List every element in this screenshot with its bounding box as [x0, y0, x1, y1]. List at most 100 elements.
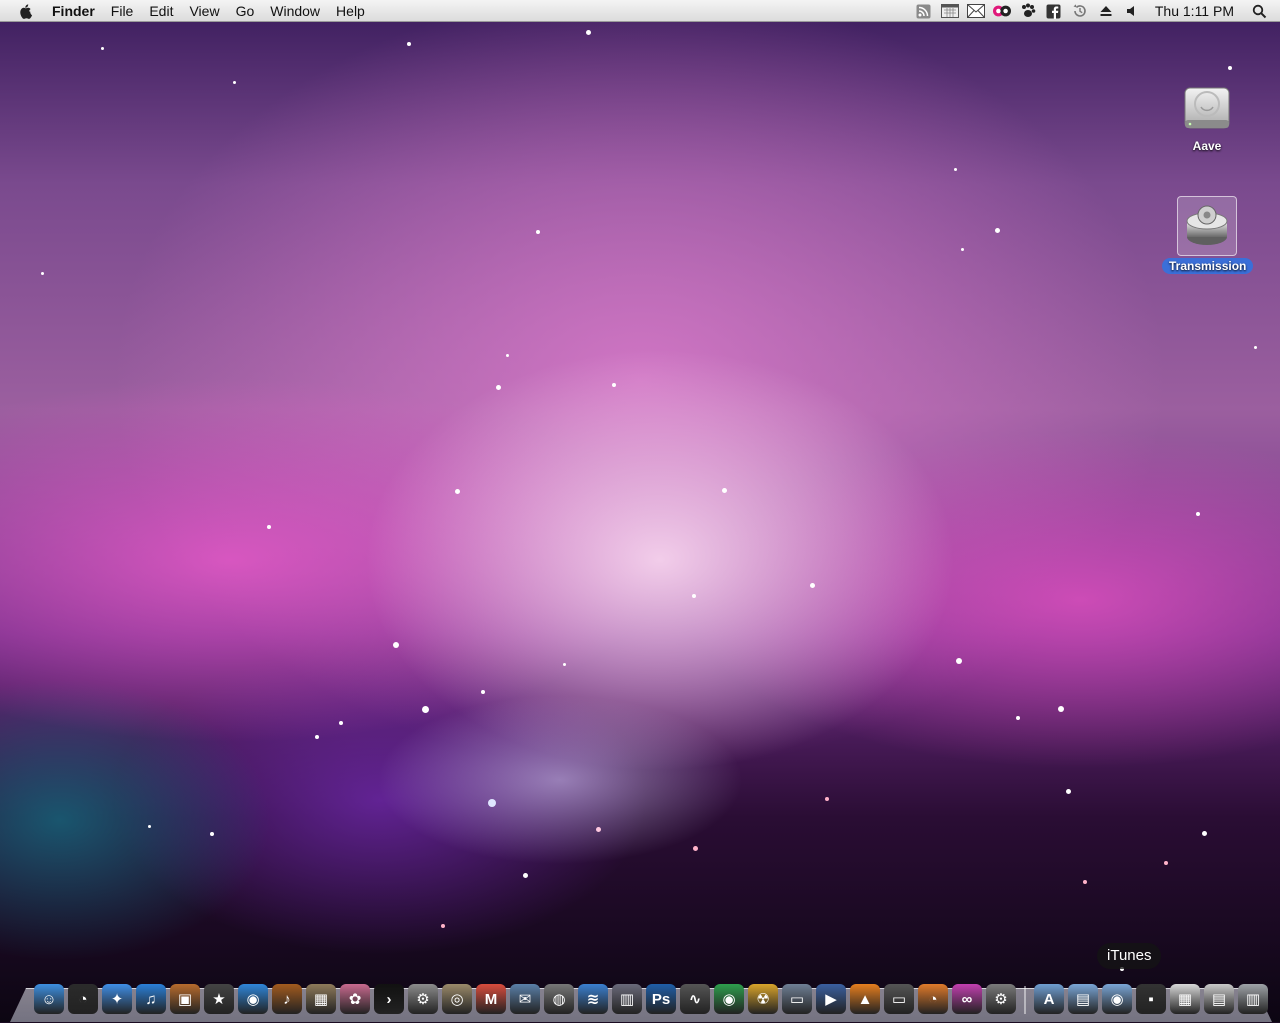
imovie-icon: ★ [212, 991, 226, 1008]
spotlight-search-icon[interactable] [1250, 3, 1268, 19]
radiation-app-icon: ☢ [756, 991, 770, 1008]
terminal-icon: › [386, 990, 392, 1008]
dock-item-calendar-stack[interactable]: ▦ [1170, 984, 1200, 1014]
photoshop-icon: Ps [651, 990, 671, 1008]
dashboard-icon: ◔ [78, 990, 88, 1008]
idvd-icon: ◉ [246, 991, 260, 1008]
menu-clock[interactable]: Thu 1:11 PM [1145, 0, 1246, 22]
menu-bar: Finder File Edit View Go Window Help Thu… [0, 0, 1280, 22]
dock-item-gmail[interactable]: M [476, 984, 506, 1014]
chrome-icon: ◉ [722, 991, 736, 1008]
dock-item-photo-booth[interactable]: ◍ [544, 984, 574, 1014]
dock-item-screenshot-stack[interactable]: ▪ [1136, 984, 1166, 1014]
transmission-icon: ⚙ [994, 991, 1008, 1008]
dock-separator [1024, 986, 1026, 1014]
dock-item-idvd[interactable]: ◉ [238, 984, 268, 1014]
trash-icon: ▥ [1245, 991, 1261, 1008]
menu-app-finder[interactable]: Finder [44, 0, 103, 22]
time-machine-icon[interactable] [1071, 3, 1089, 19]
dock-item-garageband[interactable]: ♪ [272, 984, 302, 1014]
desktop-icon-label: Transmission [1162, 258, 1254, 274]
menu-go[interactable]: Go [228, 0, 263, 22]
mplayer-icon: ▶ [825, 991, 837, 1008]
dock-item-radiation-app[interactable]: ☢ [748, 984, 778, 1014]
dock-item-system-preferences[interactable]: ⚙ [408, 984, 438, 1014]
dock-item-adium-co[interactable]: ∞ [952, 984, 982, 1014]
dock-item-chrome[interactable]: ◉ [714, 984, 744, 1014]
dock-item-mail[interactable]: ✉ [510, 984, 540, 1014]
desktop-wallpaper [0, 0, 1280, 1022]
dock-item-vlc[interactable]: ▲ [850, 984, 880, 1014]
growl-paw-icon[interactable] [1019, 3, 1037, 19]
facebook-icon[interactable] [1045, 3, 1063, 19]
mail-icon[interactable] [966, 3, 985, 19]
selection-highlight [1177, 196, 1237, 256]
dock-item-itunes-flower[interactable]: ✿ [340, 984, 370, 1014]
system-preferences-icon: ⚙ [416, 991, 430, 1008]
dock-tooltip: iTunes [1097, 943, 1162, 969]
dock-item-applications-stack[interactable]: A [1034, 984, 1064, 1014]
time-machine-app-icon: ▥ [619, 991, 635, 1008]
dock-item-finder[interactable]: ☺ [34, 984, 64, 1014]
music-player-icon[interactable] [992, 3, 1011, 19]
dock-item-wifi[interactable]: ≋ [578, 984, 608, 1014]
photo-booth-icon: ◍ [552, 991, 566, 1008]
menu-file[interactable]: File [103, 0, 142, 22]
iphoto-icon: ▣ [177, 991, 193, 1008]
dock-item-preview[interactable]: ◎ [442, 984, 472, 1014]
calendar-icon[interactable] [940, 3, 959, 19]
notes-stack-icon: ▤ [1211, 991, 1227, 1008]
dock-item-safari[interactable]: ✦ [102, 984, 132, 1014]
itunes-flower-icon: ✿ [348, 991, 362, 1008]
dock-item-downloads-stack[interactable]: ◉ [1102, 984, 1132, 1014]
downloads-stack-icon: ◉ [1110, 991, 1124, 1008]
calendar-stack-icon: ▦ [1177, 991, 1193, 1008]
dock-item-ipad-app[interactable]: ▭ [782, 984, 812, 1014]
dock-item-mplayer[interactable]: ▶ [816, 984, 846, 1014]
menu-help[interactable]: Help [328, 0, 373, 22]
dock-item-photoshop[interactable]: Ps [646, 984, 676, 1014]
gmail-icon: M [484, 990, 498, 1008]
dock-item-time-machine-app[interactable]: ▥ [612, 984, 642, 1014]
dock-item-keynote[interactable]: ▦ [306, 984, 336, 1014]
garageband-icon: ♪ [283, 990, 291, 1008]
dock-item-itunes[interactable]: ♫ [136, 984, 166, 1014]
hard-drive-icon [1162, 80, 1252, 136]
screenshot-stack-icon: ▪ [1148, 990, 1154, 1008]
dock: ☺ ◔ ✦ ♫ ▣ ★ ◉ ♪ ▦ ✿ › ⚙ ◎ M ✉ ◍ ≋ ▥ Ps ∿ ◉ ☢ ▭ ▶ ▲ ▭ ◔ ∞ ⚙ A ▤ ◉ ▪ ▦ ▤ ▥ [32, 980, 1270, 1014]
finder-icon: ☺ [41, 990, 57, 1008]
rss-icon[interactable] [915, 3, 933, 19]
menu-window[interactable]: Window [262, 0, 328, 22]
dock-item-terminal[interactable]: › [374, 984, 404, 1014]
dock-item-imovie[interactable]: ★ [204, 984, 234, 1014]
adium-co-icon: ∞ [961, 990, 973, 1008]
apple-menu-icon[interactable] [18, 3, 34, 19]
rss-reader-icon: ◔ [928, 990, 938, 1008]
desktop-icon-label: Aave [1192, 139, 1222, 153]
keynote-icon: ▦ [313, 991, 329, 1008]
applications-stack-icon: A [1043, 990, 1055, 1008]
safari-icon: ✦ [110, 991, 124, 1008]
desktop-icon-transmission[interactable]: Transmission [1162, 196, 1254, 275]
transmission-icon [1182, 199, 1232, 254]
volume-icon[interactable] [1123, 3, 1141, 19]
dock-item-transmission[interactable]: ⚙ [986, 984, 1016, 1014]
screen-sharing-icon: ▭ [891, 991, 907, 1008]
dock-item-documents-stack[interactable]: ▤ [1068, 984, 1098, 1014]
dock-item-notes-stack[interactable]: ▤ [1204, 984, 1234, 1014]
vlc-icon: ▲ [857, 990, 873, 1008]
wifi-icon: ≋ [586, 991, 600, 1008]
dock-item-rss-reader[interactable]: ◔ [918, 984, 948, 1014]
dock-item-trash[interactable]: ▥ [1238, 984, 1268, 1014]
eject-icon[interactable] [1097, 3, 1115, 19]
menu-view[interactable]: View [181, 0, 227, 22]
documents-stack-icon: ▤ [1075, 991, 1091, 1008]
menu-edit[interactable]: Edit [141, 0, 181, 22]
dock-item-dashboard[interactable]: ◔ [68, 984, 98, 1014]
ipad-app-icon: ▭ [789, 991, 805, 1008]
dock-item-screen-sharing[interactable]: ▭ [884, 984, 914, 1014]
dock-item-iphoto[interactable]: ▣ [170, 984, 200, 1014]
desktop-icon-aave[interactable]: Aave [1162, 80, 1252, 155]
mail-icon: ✉ [518, 991, 532, 1008]
dock-item-network-radar[interactable]: ∿ [680, 984, 710, 1014]
